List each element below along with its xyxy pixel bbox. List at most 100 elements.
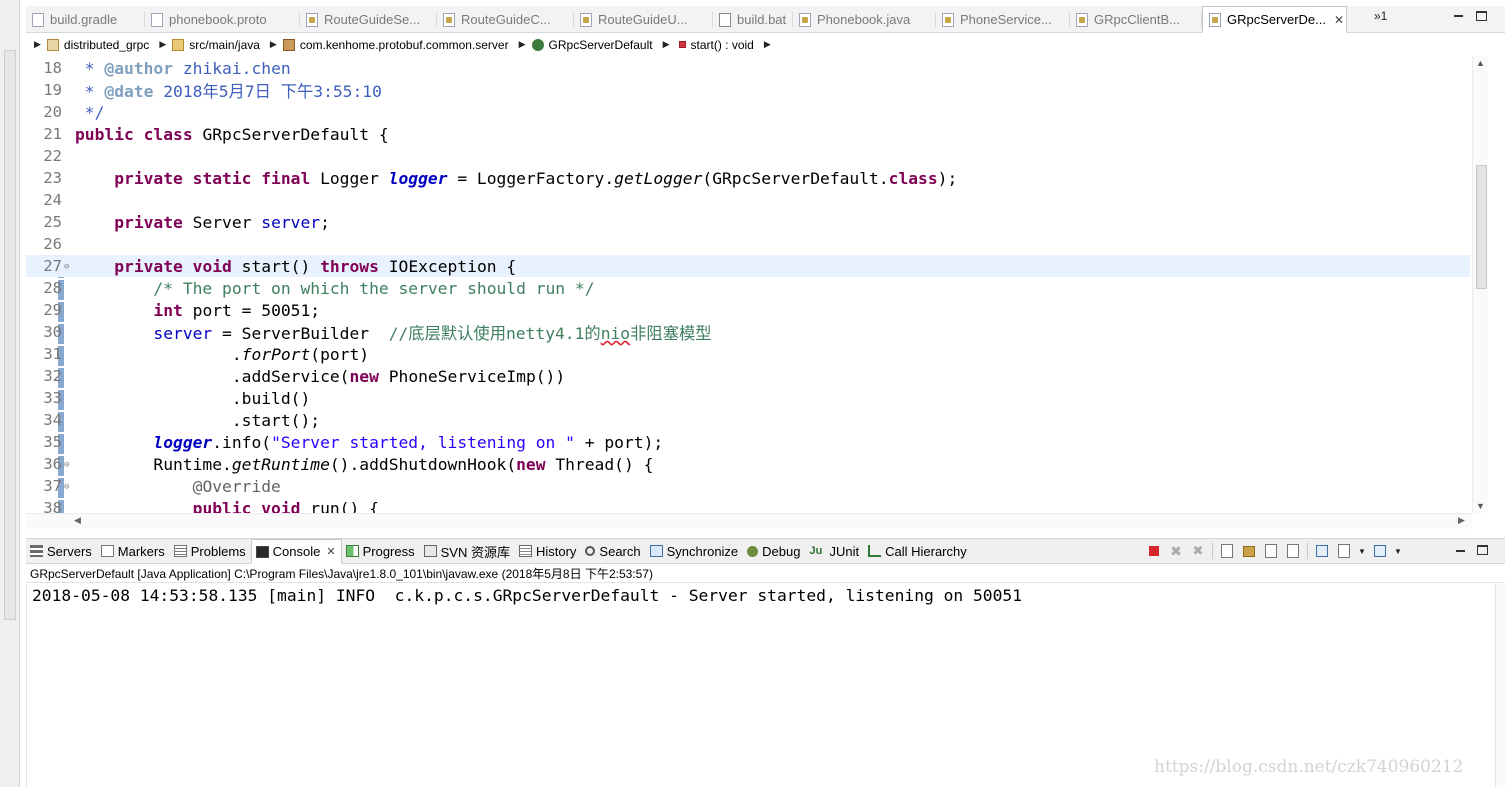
remove-all-terminated-button[interactable]: ✖: [1190, 543, 1206, 559]
tabs-overflow-button[interactable]: »1: [1374, 9, 1387, 23]
code-line[interactable]: 37 ⊖ @Override: [26, 475, 1470, 497]
code-line[interactable]: 34 .start();: [26, 409, 1470, 431]
code-text: .start();: [231, 410, 321, 430]
show-console-on-output-button[interactable]: [1285, 543, 1301, 559]
close-icon[interactable]: ✕: [1334, 13, 1344, 27]
toolbar-separator: [1307, 543, 1308, 559]
source-folder-icon: [172, 38, 185, 51]
code-text: Logger: [310, 168, 389, 188]
view-tab[interactable]: Ju JUnit: [805, 539, 864, 563]
close-icon[interactable]: ✕: [326, 545, 335, 558]
scroll-right-icon[interactable]: ▶: [1458, 515, 1465, 526]
editor-tab[interactable]: PhoneService...: [936, 6, 1070, 33]
open-console-button[interactable]: [1372, 543, 1388, 559]
code-line[interactable]: 28 /* The port on which the server shoul…: [26, 277, 1470, 299]
console-vertical-scrollbar[interactable]: [1495, 584, 1505, 787]
editor-tab[interactable]: build.gradle: [26, 6, 145, 33]
code-line[interactable]: 30 server = ServerBuilder //底层默认使用netty4…: [26, 321, 1470, 343]
javadoc-tag: @author: [104, 58, 174, 78]
keyword: throws: [320, 256, 379, 276]
view-tab[interactable]: SVN 资源库: [420, 539, 515, 563]
word-wrap-button[interactable]: [1263, 543, 1279, 559]
view-tab[interactable]: History: [515, 539, 581, 563]
breadcrumb-class[interactable]: ▶ GRpcServerDefault: [519, 38, 663, 52]
code-line[interactable]: 22: [26, 145, 1470, 167]
code-line[interactable]: 33 .build(): [26, 387, 1470, 409]
line-number: 34: [43, 411, 62, 429]
fold-toggle-icon[interactable]: ⊖: [64, 460, 73, 470]
code-line[interactable]: 35 logger.info("Server started, listenin…: [26, 431, 1470, 453]
pin-console-button[interactable]: [1314, 543, 1330, 559]
scroll-up-icon[interactable]: ▲: [1476, 58, 1485, 68]
static-method: getLogger: [614, 168, 703, 188]
left-panel-scrollbar[interactable]: [4, 50, 16, 620]
code-line[interactable]: 25 private Server server;: [26, 211, 1470, 233]
bat-file-icon: [719, 12, 731, 27]
code-line[interactable]: 23 private static final Logger logger = …: [26, 167, 1470, 189]
code-line[interactable]: 24: [26, 189, 1470, 211]
breadcrumb-project[interactable]: ▶ distributed_grpc: [34, 38, 159, 52]
line-number: 22: [43, 147, 62, 165]
view-tab[interactable]: Problems: [170, 539, 251, 563]
chevron-down-icon[interactable]: ▼: [1358, 543, 1366, 559]
view-tab[interactable]: Servers: [26, 539, 97, 563]
scroll-down-icon[interactable]: ▼: [1476, 501, 1485, 511]
code-line[interactable]: 19 * @date 2018年5月7日 下午3:55:10: [26, 79, 1470, 101]
code-line[interactable]: 29 int port = 50051;: [26, 299, 1470, 321]
view-tab[interactable]: Progress: [342, 539, 420, 563]
code-text: + port);: [574, 432, 664, 452]
editor-vertical-scrollbar[interactable]: ▲ ▼: [1472, 56, 1488, 513]
view-tab[interactable]: Console ✕: [250, 539, 342, 564]
static-method: forPort: [241, 344, 311, 364]
editor-tab[interactable]: RouteGuideSe...: [300, 6, 437, 33]
editor-maximize-button[interactable]: [1476, 11, 1487, 21]
editor-tab[interactable]: RouteGuideC...: [437, 6, 574, 33]
scroll-left-icon[interactable]: ◀: [74, 515, 81, 526]
editor-tab[interactable]: build.bat: [713, 6, 793, 33]
line-number: 21: [43, 125, 62, 143]
view-tab[interactable]: Synchronize: [646, 539, 744, 563]
scroll-thumb[interactable]: [1476, 165, 1487, 289]
views-minimize-button[interactable]: [1454, 546, 1468, 556]
view-tab[interactable]: Markers: [97, 539, 170, 563]
code-editor[interactable]: 18 * @author zhikai.chen 19 * @date 2018年…: [26, 56, 1492, 513]
code-line[interactable]: 20 */: [26, 101, 1470, 123]
breadcrumb-source-folder[interactable]: ▶ src/main/java: [159, 38, 270, 52]
terminate-button[interactable]: [1146, 543, 1162, 559]
code-text-line: logger.info("Server started, listening o…: [75, 433, 663, 452]
view-tab[interactable]: Call Hierarchy: [864, 539, 972, 563]
code-line[interactable]: 27 ⊖ private void start() throws IOExcept…: [26, 255, 1470, 277]
code-line[interactable]: 31 .forPort(port): [26, 343, 1470, 365]
editor-tab[interactable]: Phonebook.java: [793, 6, 936, 33]
scroll-lock-button[interactable]: [1241, 543, 1257, 559]
code-line[interactable]: 36 ⊖ Runtime.getRuntime().addShutdownHook…: [26, 453, 1470, 475]
breadcrumb-method[interactable]: ▶ start() : void ▶: [663, 38, 777, 52]
editor-minimize-button[interactable]: [1452, 9, 1466, 21]
breadcrumb-package[interactable]: ▶ com.kenhome.protobuf.common.server: [270, 38, 519, 52]
view-tab[interactable]: Debug: [743, 539, 805, 563]
code-text: run() {: [300, 498, 379, 514]
remove-launch-button[interactable]: ✖: [1168, 543, 1184, 559]
editor-tab[interactable]: GRpcServerDe... ✕: [1202, 6, 1347, 33]
annotation: @Override: [192, 476, 281, 496]
code-line[interactable]: 32 .addService(new PhoneServiceImp()): [26, 365, 1470, 387]
code-line[interactable]: 26: [26, 233, 1470, 255]
code-line[interactable]: 21 public class GRpcServerDefault {: [26, 123, 1470, 145]
display-selected-console-button[interactable]: [1336, 543, 1352, 559]
clear-console-button[interactable]: [1219, 543, 1235, 559]
editor-horizontal-scrollbar[interactable]: ◀ ▶: [26, 513, 1472, 529]
fold-toggle-icon[interactable]: ⊖: [64, 262, 73, 272]
view-tab[interactable]: Search: [581, 539, 645, 563]
javadoc-star: *: [75, 82, 105, 101]
editor-tab[interactable]: phonebook.proto: [145, 6, 300, 33]
code-text-line: Runtime.getRuntime().addShutdownHook(new…: [75, 455, 653, 474]
editor-tab[interactable]: RouteGuideU...: [574, 6, 713, 33]
code-line[interactable]: 38 public void run() {: [26, 497, 1470, 514]
fold-toggle-icon[interactable]: ⊖: [64, 482, 73, 492]
editor-tab[interactable]: GRpcClientB...: [1070, 6, 1202, 33]
chevron-down-icon[interactable]: ▼: [1394, 543, 1402, 559]
code-line[interactable]: 18 * @author zhikai.chen: [26, 57, 1470, 79]
views-maximize-button[interactable]: [1477, 545, 1488, 555]
